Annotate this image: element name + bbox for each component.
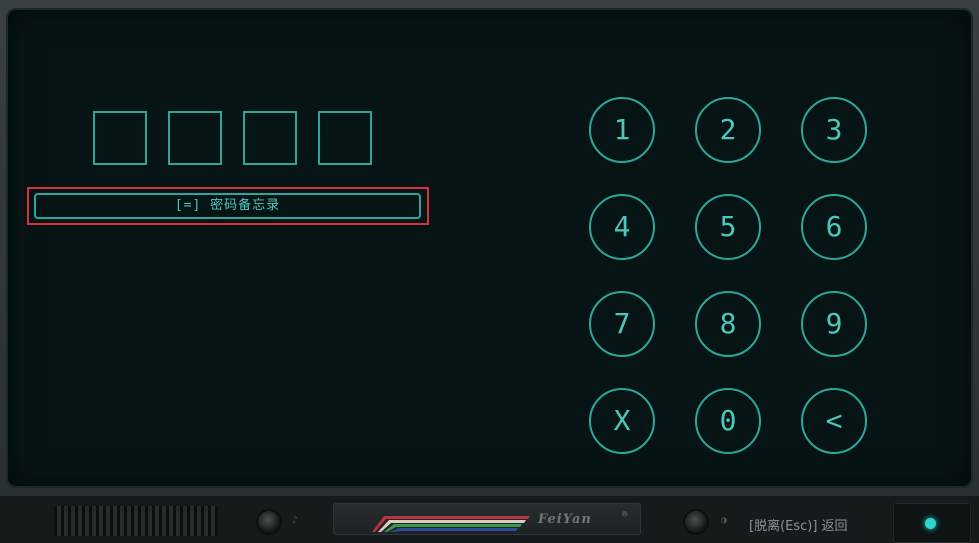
escape-return-hint[interactable]: [脱离(Esc)] 返回 xyxy=(749,515,848,534)
speaker-vent xyxy=(54,506,218,536)
key-1[interactable]: 1 xyxy=(589,97,655,163)
rainbow-stripes-logo-icon xyxy=(372,516,530,532)
brand-name: FeiYan xyxy=(538,512,592,527)
password-memo-button[interactable]: [=] 密码备忘录 xyxy=(34,193,421,219)
key-4[interactable]: 4 xyxy=(589,194,655,260)
key-5[interactable]: 5 xyxy=(695,194,761,260)
key-8[interactable]: 8 xyxy=(695,291,761,357)
pin-digit-box-2 xyxy=(168,111,222,165)
key-2[interactable]: 2 xyxy=(695,97,761,163)
registered-mark: ® xyxy=(622,510,628,520)
contrast-icon: ◑ xyxy=(721,515,728,526)
key-3[interactable]: 3 xyxy=(801,97,867,163)
key-0[interactable]: 0 xyxy=(695,388,761,454)
pin-digit-box-1 xyxy=(93,111,147,165)
volume-knob[interactable] xyxy=(258,511,280,533)
key-9[interactable]: 9 xyxy=(801,291,867,357)
pin-digit-box-4 xyxy=(318,111,372,165)
key-clear[interactable]: X xyxy=(589,388,655,454)
pin-digit-box-3 xyxy=(243,111,297,165)
brightness-knob[interactable] xyxy=(685,511,707,533)
key-6[interactable]: 6 xyxy=(801,194,867,260)
music-note-icon: ♪ xyxy=(292,515,299,526)
key-7[interactable]: 7 xyxy=(589,291,655,357)
power-led-icon xyxy=(925,518,936,529)
key-backspace[interactable]: < xyxy=(801,388,867,454)
